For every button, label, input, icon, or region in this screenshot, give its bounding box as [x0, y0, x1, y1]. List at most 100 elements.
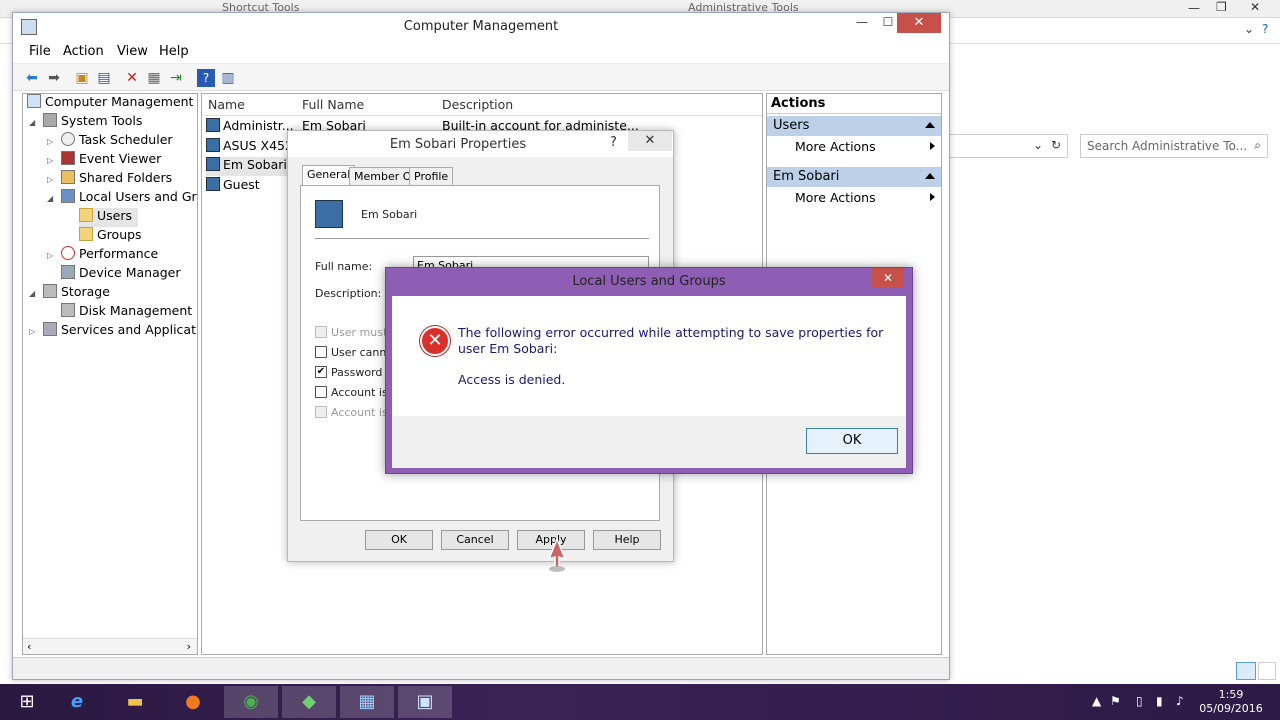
search-input[interactable]: Search Administrative To... ⌕ — [1080, 134, 1268, 158]
checkbox-user-must-change[interactable] — [315, 326, 327, 338]
column-description[interactable]: Description — [442, 97, 513, 112]
scroll-left-icon[interactable]: ‹ — [27, 640, 31, 653]
file-explorer-icon[interactable]: ▬ — [108, 686, 162, 718]
close-icon[interactable]: ✕ — [1250, 0, 1260, 14]
battery-icon[interactable]: ▯ — [1136, 694, 1143, 708]
tree-item-computer-management[interactable]: Computer Management (Lo — [27, 94, 197, 113]
list-header: Name Full Name Description — [202, 94, 762, 116]
tree-item-performance[interactable]: ▷ Performance — [47, 246, 158, 265]
computer-management-icon[interactable]: ▣ — [398, 686, 452, 718]
tab-profile[interactable]: Profile — [409, 167, 454, 185]
tree-item-event-viewer[interactable]: ▷ Event Viewer — [47, 151, 161, 170]
tree-item-system-tools[interactable]: ◢ System Tools — [29, 113, 142, 132]
list-item[interactable]: Administr... — [206, 118, 294, 137]
column-name[interactable]: Name — [208, 97, 245, 112]
app-icon[interactable]: ◆ — [282, 686, 336, 718]
column-full-name[interactable]: Full Name — [302, 97, 364, 112]
refresh-icon[interactable]: ↻ — [1051, 138, 1061, 152]
tree-item-device-manager[interactable]: Device Manager — [61, 265, 181, 284]
tree-item-users[interactable]: Users — [79, 208, 139, 227]
menu-view[interactable]: View — [117, 44, 148, 59]
internet-explorer-icon[interactable]: e — [50, 686, 104, 718]
expanded-arrow-icon[interactable]: ◢ — [29, 289, 39, 298]
close-icon[interactable]: ✕ — [872, 268, 904, 288]
help-icon[interactable]: ? — [1262, 22, 1268, 36]
properties-icon[interactable]: ▦ — [145, 69, 163, 87]
show-hidden-icons[interactable]: ▲ — [1092, 694, 1101, 708]
tree-item-shared-folders[interactable]: ▷ Shared Folders — [47, 170, 172, 189]
tree-item-groups[interactable]: Groups — [79, 227, 142, 246]
checkbox-password-never-expires[interactable]: ✔ — [315, 366, 327, 378]
ok-button[interactable]: OK — [365, 530, 433, 550]
checkbox-account-locked[interactable] — [315, 406, 327, 418]
list-item[interactable]: Guest — [206, 177, 260, 196]
actions-section-users[interactable]: Users — [767, 116, 941, 136]
collapse-icon[interactable] — [925, 122, 935, 128]
action-more-actions[interactable]: More Actions — [795, 139, 935, 154]
tree-item-services-applications[interactable]: ▷Services and Application — [29, 322, 197, 341]
action-more-actions[interactable]: More Actions — [795, 190, 935, 205]
chevron-down-icon[interactable]: ⌄ — [1244, 22, 1254, 36]
collapsed-arrow-icon[interactable]: ▷ — [47, 137, 57, 146]
restore-icon[interactable]: ❐ — [1216, 0, 1227, 14]
large-icons-view-icon[interactable] — [1258, 662, 1276, 680]
taskbar: ⊞ e ▬ ● ◉ ◆ ▦ ▣ ▲ ⚑ ▯ ▮ ♪ 1:59 05/09/201… — [0, 684, 1280, 720]
collapsed-arrow-icon[interactable]: ▷ — [47, 251, 57, 260]
show-hide-tree-icon[interactable]: ▤ — [95, 69, 113, 87]
volume-icon[interactable]: ♪ — [1176, 694, 1184, 708]
menu-file[interactable]: File — [29, 44, 51, 59]
scroll-right-icon[interactable]: › — [187, 640, 191, 653]
error-footer: OK — [392, 416, 906, 468]
list-item[interactable]: ASUS X452 — [206, 138, 293, 157]
expanded-arrow-icon[interactable]: ◢ — [29, 118, 39, 127]
tree-item-storage[interactable]: ◢ Storage — [29, 284, 110, 303]
device-manager-icon — [61, 265, 75, 279]
clock[interactable]: 1:59 05/09/2016 — [1196, 688, 1266, 716]
list-item-selected[interactable]: Em Sobari — [206, 157, 293, 176]
collapse-icon[interactable] — [925, 173, 935, 179]
actions-section-em-sobari[interactable]: Em Sobari — [767, 167, 941, 187]
minimize-icon[interactable]: — — [849, 15, 875, 33]
chrome-icon[interactable]: ◉ — [224, 686, 278, 718]
tree-item-disk-management[interactable]: Disk Management — [61, 303, 192, 322]
export-list-icon[interactable]: ⇥ — [167, 69, 185, 87]
collapsed-arrow-icon[interactable]: ▷ — [29, 327, 39, 336]
back-icon[interactable]: ⬅ — [23, 69, 41, 87]
help-button[interactable]: Help — [593, 530, 661, 550]
minimize-icon[interactable]: — — [1188, 1, 1200, 15]
network-icon[interactable]: ▮ — [1156, 694, 1163, 708]
details-view-icon[interactable] — [1236, 662, 1256, 680]
close-icon[interactable]: ✕ — [897, 13, 941, 33]
collapsed-arrow-icon[interactable]: ▷ — [47, 156, 57, 165]
collapsed-arrow-icon[interactable]: ▷ — [47, 175, 57, 184]
control-panel-icon[interactable]: ▦ — [340, 686, 394, 718]
horizontal-scrollbar[interactable]: ‹ › — [23, 638, 197, 654]
delete-icon[interactable]: ✕ — [123, 69, 141, 87]
chevron-down-icon[interactable]: ⌄ — [1033, 138, 1043, 152]
user-icon — [206, 157, 220, 171]
props-title: Em Sobari Properties — [389, 137, 527, 152]
expanded-arrow-icon[interactable]: ◢ — [47, 194, 57, 203]
menu-action[interactable]: Action — [63, 44, 104, 59]
start-windows-icon[interactable]: ⊞ — [0, 686, 54, 718]
help-icon[interactable]: ? — [610, 135, 617, 150]
menu-help[interactable]: Help — [159, 44, 189, 59]
help-icon[interactable]: ? — [197, 69, 215, 87]
action-center-flag-icon[interactable]: ⚑ — [1110, 694, 1121, 708]
disk-icon — [61, 303, 75, 317]
checkbox-account-disabled[interactable] — [315, 386, 327, 398]
cancel-button[interactable]: Cancel — [441, 530, 509, 550]
up-folder-icon[interactable]: ▣ — [73, 69, 91, 87]
tree-item-task-scheduler[interactable]: ▷ Task Scheduler — [47, 132, 173, 151]
user-icon — [315, 200, 343, 228]
show-action-pane-icon[interactable]: ▥ — [219, 69, 237, 87]
tree-item-local-users-groups[interactable]: ◢Local Users and Grou — [47, 189, 197, 208]
close-icon[interactable]: ✕ — [628, 131, 672, 151]
toolbar: ⬅ ➡ ▣ ▤ ✕ ▦ ⇥ ? ▥ — [13, 63, 949, 91]
ok-button[interactable]: OK — [806, 428, 898, 454]
firefox-icon[interactable]: ● — [166, 686, 220, 718]
address-bar[interactable]: ⌄ ↻ — [948, 134, 1068, 158]
tab-general[interactable]: General — [302, 165, 356, 185]
forward-icon[interactable]: ➡ — [45, 69, 63, 87]
checkbox-user-cannot-change[interactable] — [315, 346, 327, 358]
